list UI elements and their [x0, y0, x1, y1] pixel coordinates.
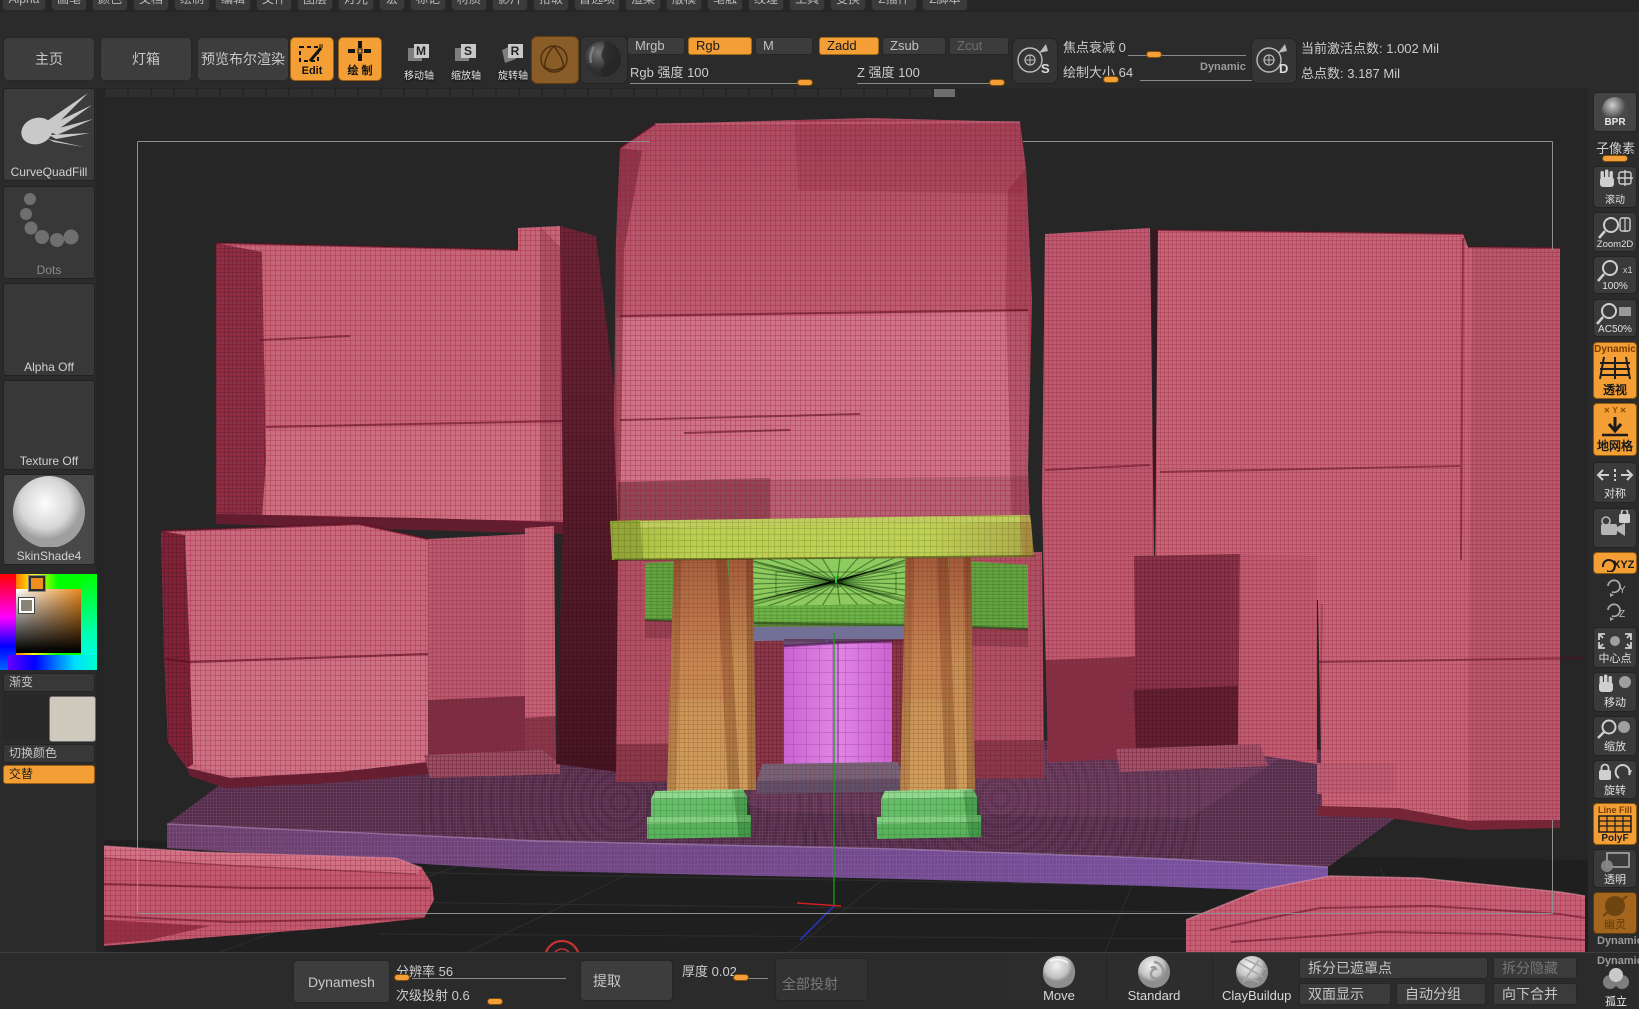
- svg-text:S: S: [1041, 61, 1050, 76]
- svg-text:R: R: [511, 44, 520, 58]
- svg-text:D: D: [1279, 61, 1288, 76]
- svg-text:100%: 100%: [1602, 281, 1628, 292]
- svg-text:M: M: [416, 44, 426, 58]
- svg-text:S: S: [464, 44, 472, 58]
- svg-text:Y: Y: [1619, 585, 1626, 596]
- svg-text:Zoom2D: Zoom2D: [1597, 239, 1634, 250]
- svg-text:滚动: 滚动: [1605, 193, 1625, 206]
- svg-text:BPR: BPR: [1604, 117, 1626, 128]
- svg-text:XYZ: XYZ: [1613, 559, 1635, 571]
- svg-text:x1: x1: [1623, 265, 1633, 275]
- svg-text:AC50%: AC50%: [1598, 324, 1632, 335]
- svg-text:Z: Z: [1619, 609, 1625, 620]
